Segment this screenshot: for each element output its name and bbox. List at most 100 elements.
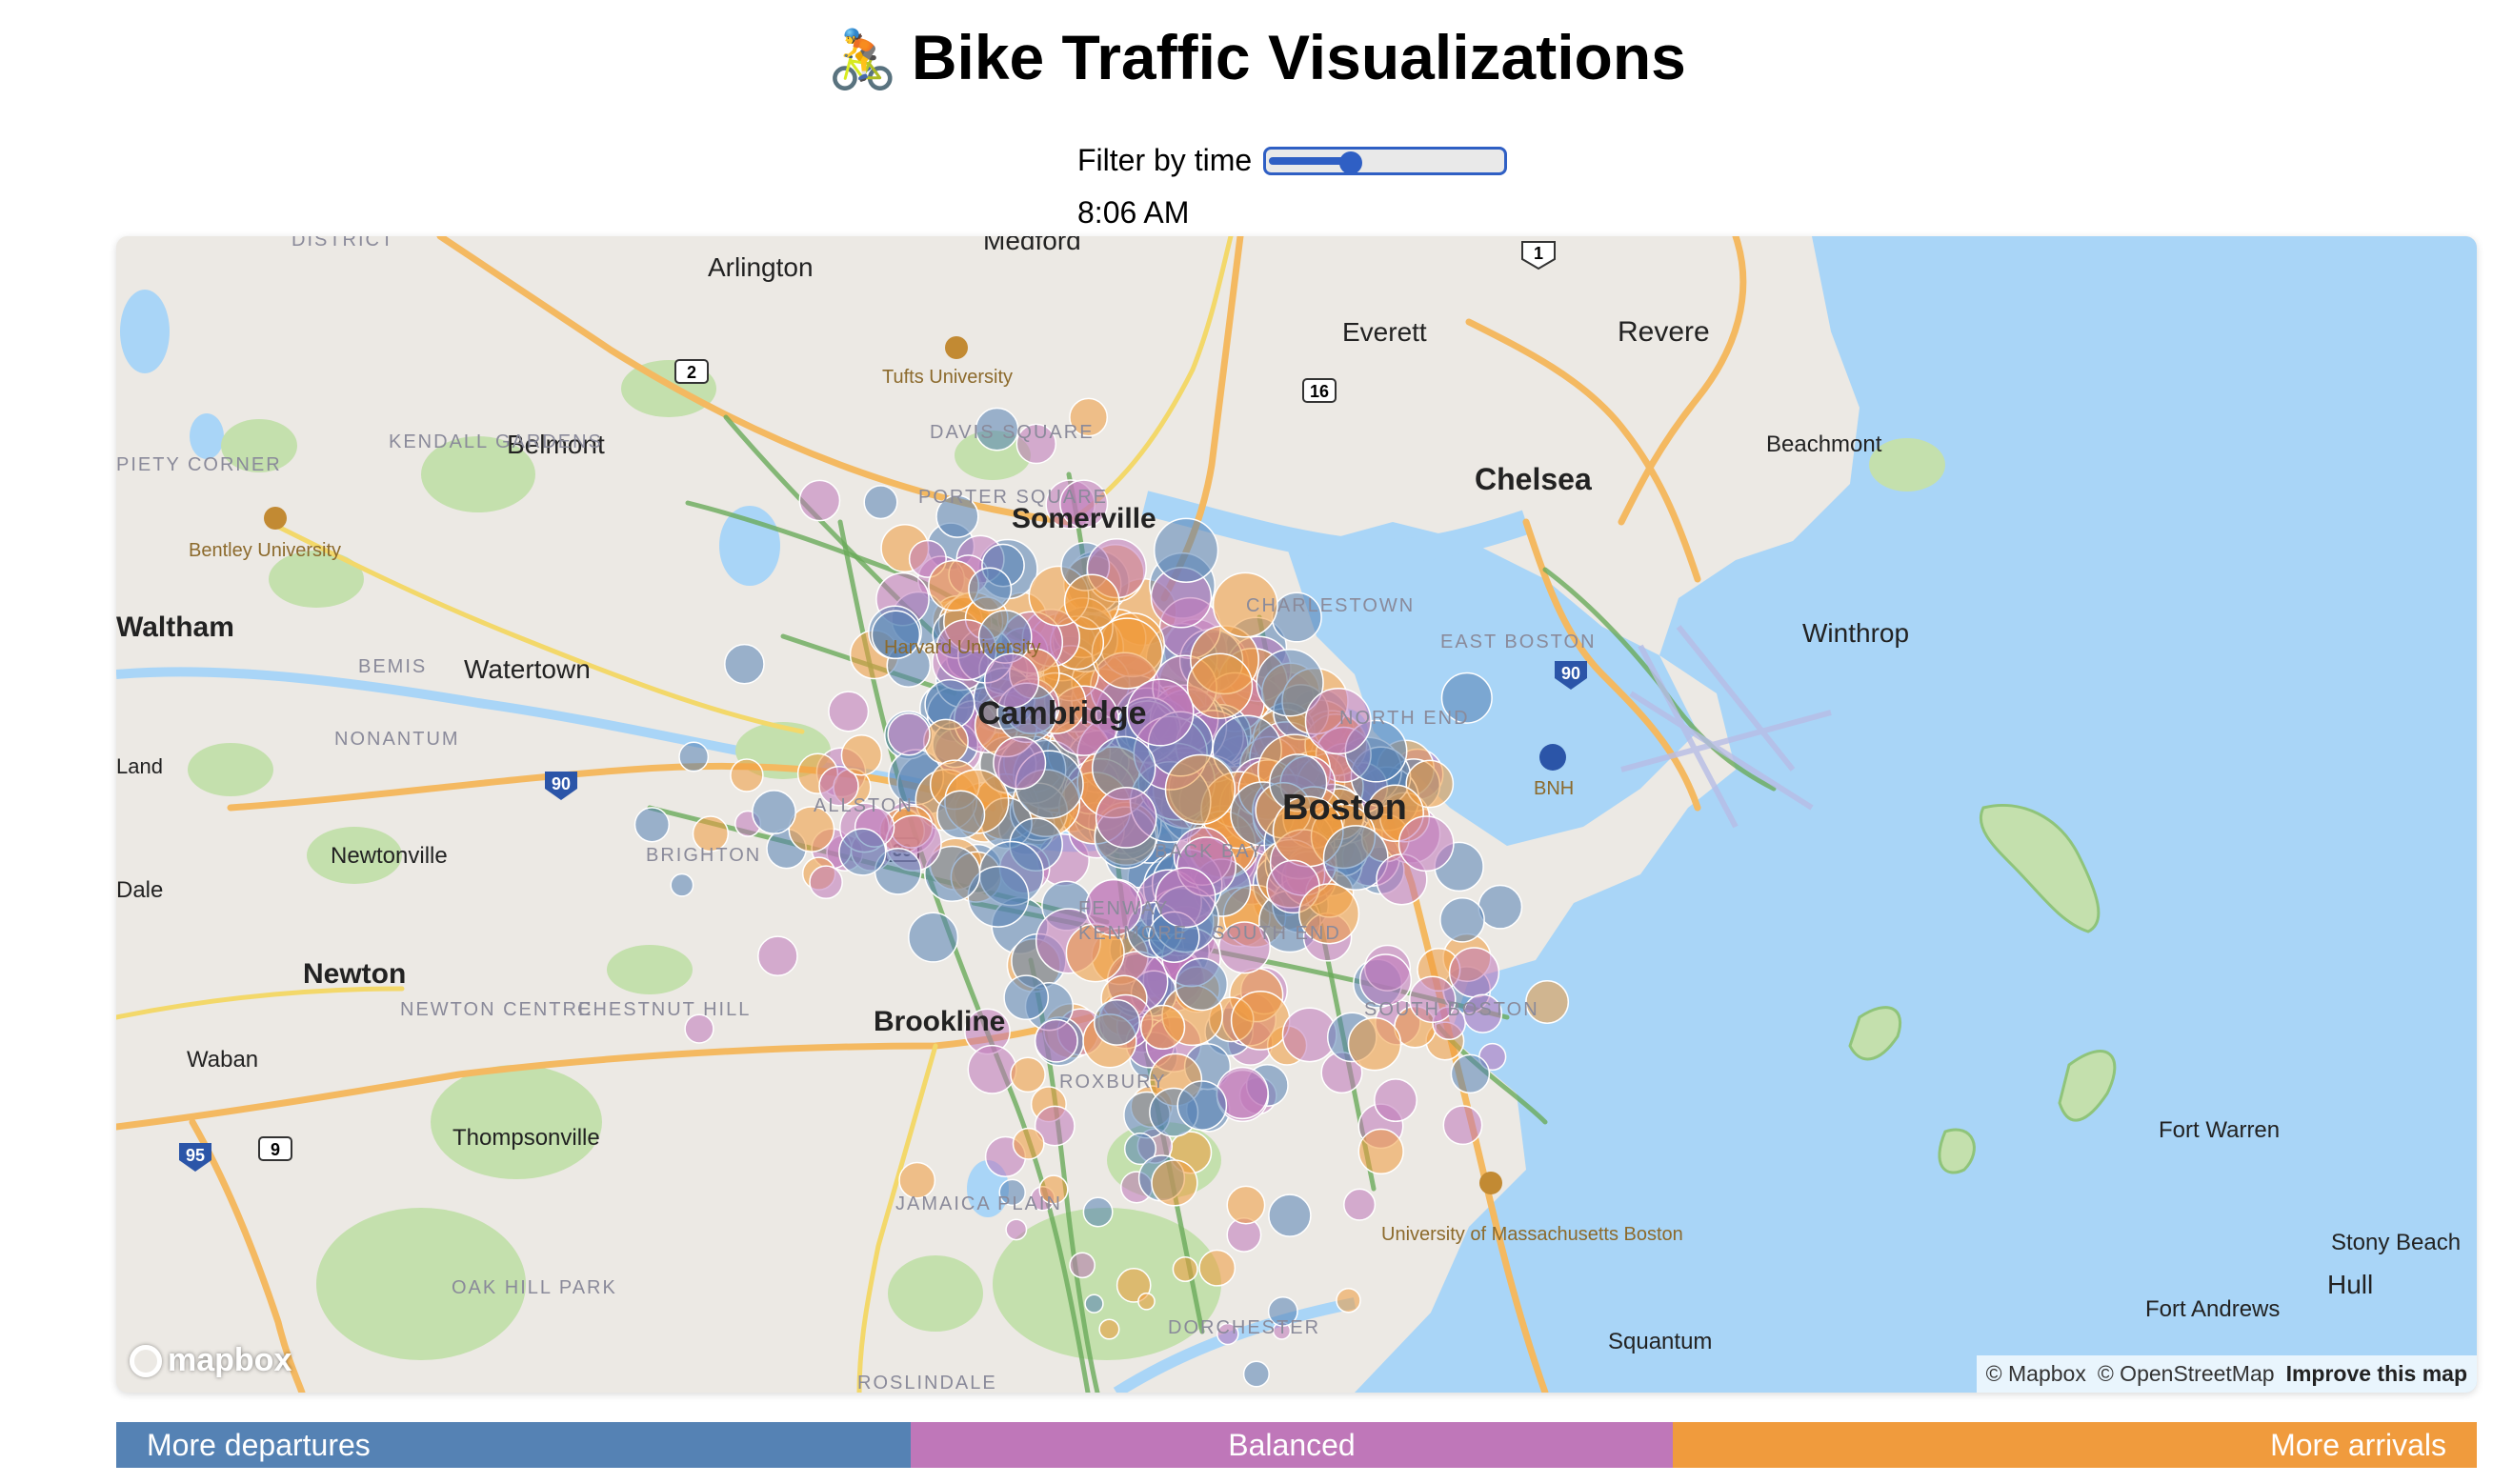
station-dot xyxy=(1069,1252,1096,1279)
label-land: Land xyxy=(116,754,163,778)
label-thompsonville: Thompsonville xyxy=(452,1125,600,1151)
label-oak-hill-park: OAK HILL PARK xyxy=(452,1277,617,1298)
station-dot xyxy=(967,1044,1017,1094)
station-dot xyxy=(730,758,764,792)
station-dot xyxy=(1175,957,1229,1012)
time-slider-thumb[interactable] xyxy=(1338,150,1362,174)
label-south-end: SOUTH END xyxy=(1212,923,1341,944)
mapbox-logo-icon xyxy=(130,1344,162,1377)
station-dot xyxy=(1357,1128,1404,1175)
station-dot xyxy=(1439,896,1485,943)
station-dot xyxy=(1347,1016,1402,1072)
label-brighton: BRIGHTON xyxy=(646,845,761,866)
station-dot xyxy=(1478,884,1523,930)
label-dale: Dale xyxy=(116,877,163,903)
label-dorchester: DORCHESTER xyxy=(1168,1317,1320,1338)
station-dot xyxy=(1172,1255,1198,1283)
attribution-mapbox-link[interactable]: © Mapbox xyxy=(1986,1361,2086,1387)
station-dot xyxy=(1095,787,1157,849)
waltham-pond xyxy=(120,290,170,373)
label-harvard-university: Harvard University xyxy=(884,637,1040,658)
station-dot xyxy=(887,712,931,756)
label-tufts-university: Tufts University xyxy=(882,367,1013,388)
label-waltham: Waltham xyxy=(116,612,234,643)
station-dot xyxy=(1336,1287,1361,1314)
station-dot xyxy=(828,691,870,732)
label-revere: Revere xyxy=(1618,316,1710,348)
time-filter: Filter by time xyxy=(1077,143,1508,178)
time-slider[interactable] xyxy=(1263,146,1508,175)
label-hull: Hull xyxy=(2327,1270,2373,1299)
label-roslindale: ROSLINDALE xyxy=(857,1373,997,1393)
label-medford: Medford xyxy=(983,236,1081,255)
label-south-boston: SOUTH BOSTON xyxy=(1364,999,1539,1020)
label-brookline: Brookline xyxy=(874,1006,1005,1037)
route-1-label: 1 xyxy=(1534,244,1543,263)
station-dot xyxy=(724,643,765,685)
airport-icon xyxy=(1539,744,1566,771)
station-dot xyxy=(752,790,796,835)
label-waban: Waban xyxy=(187,1047,258,1073)
station-dot xyxy=(1242,1360,1270,1388)
station-dot xyxy=(922,718,969,765)
label-district: DISTRICT xyxy=(292,236,394,251)
label-umass-boston: University of Massachusetts Boston xyxy=(1381,1224,1683,1245)
filter-label: Filter by time xyxy=(1077,143,1253,177)
station-dot xyxy=(1139,1004,1186,1051)
label-beachmont: Beachmont xyxy=(1766,431,1882,457)
station-dot xyxy=(1448,947,1500,998)
station-dot xyxy=(809,865,843,900)
label-roxbury: ROXBURY xyxy=(1059,1072,1167,1093)
label-fort-andrews: Fort Andrews xyxy=(2145,1296,2280,1322)
route-90-east-label: 90 xyxy=(1561,664,1580,683)
label-davis-square: DAVIS SQUARE xyxy=(930,422,1095,443)
station-dot xyxy=(1198,1249,1236,1287)
station-dot xyxy=(678,741,710,772)
station-dot xyxy=(968,567,1013,612)
station-dot xyxy=(1226,1185,1266,1225)
station-dot xyxy=(1005,1218,1028,1241)
station-dot xyxy=(670,872,694,897)
station-dot xyxy=(1153,517,1219,583)
page-title: 🚴 Bike Traffic Visualizations xyxy=(0,21,2513,93)
attribution-osm-link[interactable]: © OpenStreetMap xyxy=(2098,1361,2275,1387)
label-bentley-university: Bentley University xyxy=(189,540,341,561)
station-dot xyxy=(1374,1078,1417,1123)
station-dot xyxy=(1176,1080,1228,1131)
label-boston: Boston xyxy=(1282,788,1407,828)
label-cambridge: Cambridge xyxy=(977,695,1147,732)
station-dot xyxy=(1164,753,1236,826)
station-dot xyxy=(908,912,959,963)
station-dot xyxy=(936,790,986,839)
label-jamaica-plain: JAMAICA PLAIN xyxy=(895,1193,1062,1214)
station-dot xyxy=(1098,1318,1120,1340)
label-everett: Everett xyxy=(1342,317,1427,347)
station-dot xyxy=(1137,1292,1156,1311)
station-dot xyxy=(757,935,798,977)
legend-departures: More departures xyxy=(116,1422,911,1468)
label-kendall-gardens: KENDALL GARDENS xyxy=(389,431,603,452)
belmont-pond xyxy=(190,413,224,459)
legend-arrivals: More arrivals xyxy=(1673,1422,2477,1468)
label-newton-centre: NEWTON CENTRE xyxy=(400,999,593,1020)
legend-balanced: Balanced xyxy=(911,1422,1673,1468)
mapbox-logo[interactable]: mapbox xyxy=(130,1342,292,1379)
map[interactable]: 2 16 1 90 90 30 9 95 xyxy=(116,236,2477,1393)
station-dot xyxy=(1358,953,1413,1007)
station-dot xyxy=(1186,652,1254,719)
label-kenmore: KENMORE xyxy=(1078,923,1188,944)
map-canvas[interactable]: 2 16 1 90 90 30 9 95 xyxy=(116,236,2477,1393)
station-dot xyxy=(1063,573,1120,631)
label-charlestown: CHARLESTOWN xyxy=(1246,595,1415,616)
map-attribution: © Mapbox © OpenStreetMap Improve this ma… xyxy=(1976,1355,2477,1393)
station-dot xyxy=(1397,815,1455,872)
station-dot xyxy=(633,807,671,843)
station-dot xyxy=(1268,1193,1312,1237)
station-dot xyxy=(1034,1018,1078,1063)
bicycle-icon: 🚴 xyxy=(827,27,898,93)
label-east-boston: EAST BOSTON xyxy=(1440,632,1597,652)
fresh-pond xyxy=(719,506,780,586)
improve-map-link[interactable]: Improve this map xyxy=(2286,1361,2467,1387)
label-squantum: Squantum xyxy=(1608,1329,1712,1354)
route-95-label: 95 xyxy=(186,1146,205,1165)
